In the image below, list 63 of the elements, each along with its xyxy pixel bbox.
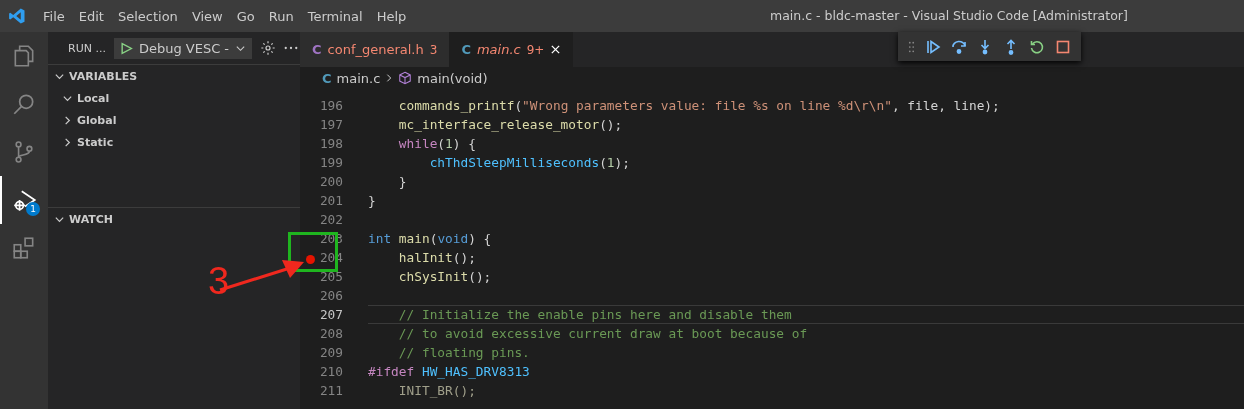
code-line: chSysInit();	[397, 269, 492, 284]
line-number: 201	[319, 193, 343, 208]
continue-icon[interactable]	[925, 38, 941, 55]
chevron-icon	[62, 136, 73, 148]
code-line: chThdSleepMilliseconds(1);	[428, 155, 630, 170]
chevron-icon	[62, 114, 73, 126]
code-line: // to avoid excessive current draw at boot because of	[397, 326, 808, 341]
menu-item[interactable]: View	[184, 8, 230, 24]
breakpoint-dot[interactable]	[306, 255, 315, 264]
line-number: 206	[319, 288, 343, 303]
badge: 1	[26, 202, 40, 216]
line-number: 205	[319, 269, 343, 284]
settings-icon[interactable]	[260, 40, 277, 56]
code-line: halInit();	[397, 250, 476, 265]
close-icon[interactable]	[550, 44, 562, 55]
code-line: #ifdef HW_HAS_DRV8313	[368, 364, 530, 379]
breadcrumb-item[interactable]: main(void)	[398, 70, 488, 86]
editor-tab[interactable]: C conf_general.h 3	[300, 32, 450, 67]
menu-item[interactable]: Go	[229, 8, 262, 24]
debug-configuration-dropdown[interactable]: Debug VESC -	[113, 37, 253, 59]
code-line: }	[368, 193, 376, 208]
vscode-logo-icon	[8, 7, 26, 25]
menu-item[interactable]: Terminal	[300, 8, 370, 24]
tree-item[interactable]: Global	[48, 109, 300, 131]
step-over-icon[interactable]	[951, 38, 967, 55]
stop-icon[interactable]	[1055, 38, 1071, 55]
section-header[interactable]: VARIABLES	[48, 65, 300, 87]
line-number: 202	[319, 212, 343, 227]
cube-icon	[398, 71, 413, 85]
line-number: 207	[319, 307, 343, 322]
line-number: 208	[319, 326, 343, 341]
more-icon[interactable]	[284, 46, 299, 50]
run-label: RUN ...	[68, 41, 106, 55]
window-title: main.c - bldc-master - Visual Studio Code [Administrator]	[770, 8, 1128, 23]
code-line: commands_printf("Wrong parameters value: file %s on line %d\r\n", file, line);	[397, 98, 1000, 113]
code-line: mc_interface_release_motor();	[397, 117, 623, 132]
code-line: int main(void) {	[368, 231, 492, 246]
line-number: 198	[319, 136, 343, 151]
menu-item[interactable]: Help	[369, 8, 414, 24]
section-header[interactable]: WATCH	[48, 208, 300, 230]
tree-item[interactable]: Static	[48, 131, 300, 153]
line-number: 211	[319, 383, 343, 398]
code-line: // Initialize the enable pins here and disable them	[397, 307, 792, 322]
code-line: // floating pins.	[397, 345, 530, 360]
play-icon	[119, 41, 133, 55]
code-line: INIT_BR();	[397, 383, 476, 398]
menu-item[interactable]: Selection	[110, 8, 185, 24]
restart-icon[interactable]	[1029, 38, 1045, 55]
menu-item[interactable]: File	[36, 8, 72, 24]
code-line: }	[397, 174, 407, 189]
line-number: 199	[319, 155, 343, 170]
tree-item[interactable]: Local	[48, 87, 300, 109]
menu-item[interactable]: Run	[261, 8, 301, 24]
line-number: 200	[319, 174, 343, 189]
editor-tab[interactable]: C main.c 9+	[449, 32, 574, 67]
code-line: while(1) {	[397, 136, 476, 151]
menu-item[interactable]: Edit	[71, 8, 111, 24]
breadcrumb-item[interactable]: C main.c	[322, 70, 381, 86]
line-number: 210	[319, 364, 343, 379]
line-number: 209	[319, 345, 343, 360]
line-number: 196	[319, 98, 343, 113]
line-number: 197	[319, 117, 343, 132]
drag-handle-icon[interactable]	[908, 40, 915, 53]
